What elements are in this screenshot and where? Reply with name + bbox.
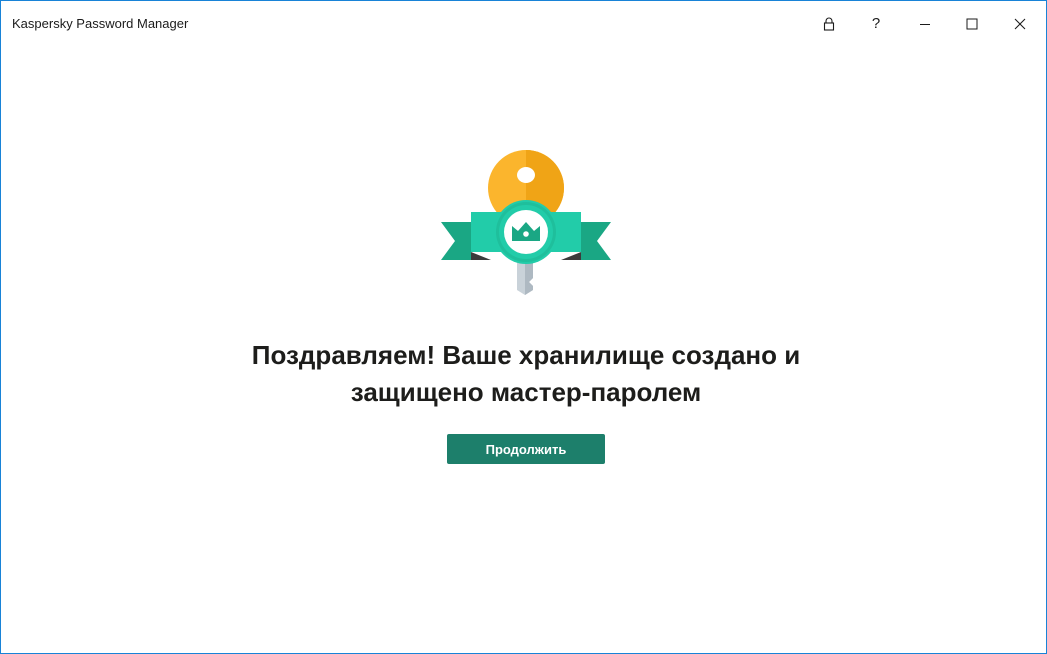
maximize-icon [966, 18, 978, 30]
maximize-button[interactable] [949, 1, 995, 46]
key-with-crown-ribbon-icon [439, 148, 615, 298]
headline-line-2: защищено мастер-паролем [350, 377, 702, 407]
title-bar[interactable]: Kaspersky Password Manager ? [1, 1, 1046, 46]
minimize-icon [919, 18, 931, 30]
lock-icon [823, 17, 835, 31]
lock-button[interactable] [806, 1, 852, 46]
success-headline: Поздравляем! Ваше хранилище создано и за… [171, 337, 881, 411]
help-button[interactable]: ? [853, 1, 899, 46]
app-window: Kaspersky Password Manager ? Поздравляем… [0, 0, 1047, 654]
close-icon [1014, 18, 1026, 30]
help-label: ? [871, 15, 881, 32]
close-button[interactable] [997, 1, 1043, 46]
app-title: Kaspersky Password Manager [12, 16, 189, 31]
headline-line-1: Поздравляем! Ваше хранилище создано и [251, 340, 801, 370]
continue-button[interactable]: Продолжить [447, 434, 605, 464]
minimize-button[interactable] [902, 1, 948, 46]
